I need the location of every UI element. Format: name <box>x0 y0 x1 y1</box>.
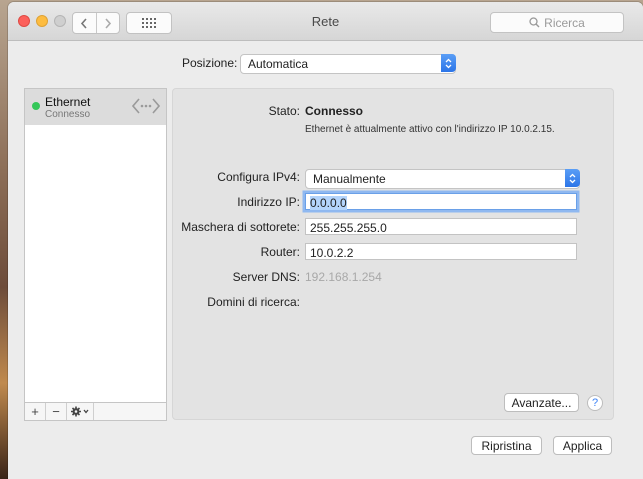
close-window-button[interactable] <box>18 15 30 27</box>
revert-button[interactable]: Ripristina <box>471 436 542 455</box>
service-item-ethernet[interactable]: Ethernet Connesso <box>25 89 166 125</box>
apply-button[interactable]: Applica <box>553 436 612 455</box>
grid-icon <box>142 18 156 28</box>
ethernet-icon <box>132 98 160 114</box>
remove-service-button[interactable]: − <box>46 403 67 420</box>
search-icon <box>529 17 540 28</box>
ip-address-value: 0.0.0.0 <box>310 196 347 210</box>
dns-server-label: Server DNS: <box>232 270 300 284</box>
navigation-buttons <box>72 12 120 34</box>
select-stepper-icon <box>441 54 456 72</box>
show-all-button[interactable] <box>126 12 172 34</box>
router-value: 10.0.2.2 <box>310 246 354 260</box>
service-actions-button[interactable] <box>67 403 94 420</box>
service-name: Ethernet <box>45 95 91 109</box>
minimize-window-button[interactable] <box>36 15 48 27</box>
location-value: Automatica <box>248 57 309 71</box>
service-status: Connesso <box>45 109 91 120</box>
back-button[interactable] <box>73 13 96 33</box>
gear-icon <box>71 406 89 417</box>
dns-server-value: 192.168.1.254 <box>305 270 382 284</box>
subnet-mask-field[interactable]: 255.255.255.0 <box>305 218 577 235</box>
ip-address-label: Indirizzo IP: <box>237 195 300 209</box>
search-field[interactable]: Ricerca <box>490 12 624 33</box>
ip-address-field[interactable]: 0.0.0.0 <box>305 193 577 210</box>
network-preferences-window: Rete Ricerca Posizione: Automatica Ether… <box>8 2 643 479</box>
chevron-left-icon <box>81 17 87 29</box>
subnet-mask-value: 255.255.255.0 <box>310 221 387 235</box>
add-service-button[interactable]: + <box>25 403 46 420</box>
service-list: Ethernet Connesso <box>24 88 167 406</box>
forward-button[interactable] <box>95 13 120 33</box>
title-bar: Rete Ricerca <box>8 2 643 41</box>
service-list-toolbar: + − <box>24 402 167 421</box>
zoom-window-button[interactable] <box>54 15 66 27</box>
status-description: Ethernet è attualmente attivo con l'indi… <box>305 124 555 135</box>
status-value: Connesso <box>305 104 364 118</box>
status-dot-icon <box>32 102 40 110</box>
location-label: Posizione: <box>182 56 238 70</box>
search-domains-label: Domini di ricerca: <box>207 295 300 309</box>
router-field[interactable]: 10.0.2.2 <box>305 243 577 260</box>
ipv4-config-select[interactable]: Manualmente <box>305 169 580 189</box>
router-label: Router: <box>260 245 300 259</box>
location-select[interactable]: Automatica <box>240 54 456 74</box>
advanced-button[interactable]: Avanzate... <box>504 393 579 412</box>
ipv4-config-value: Manualmente <box>313 172 386 186</box>
chevron-right-icon <box>105 17 111 29</box>
search-placeholder: Ricerca <box>544 15 585 30</box>
help-button[interactable]: ? <box>587 395 603 411</box>
ipv4-config-label: Configura IPv4: <box>217 170 300 184</box>
subnet-mask-label: Maschera di sottorete: <box>181 220 300 234</box>
status-label: Stato: <box>268 104 300 118</box>
select-stepper-icon <box>565 169 580 187</box>
